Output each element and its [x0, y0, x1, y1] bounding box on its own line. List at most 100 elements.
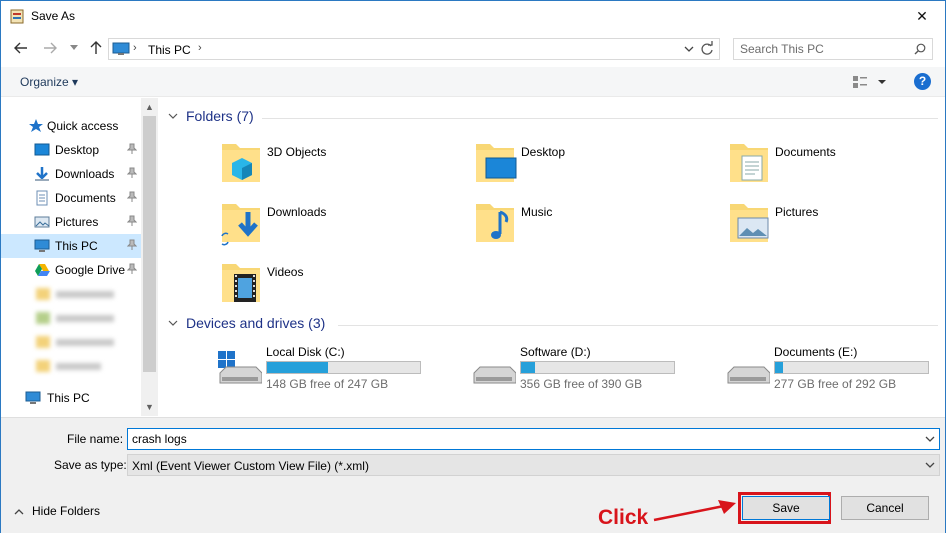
command-bar: Organize ▾ ? [1, 67, 945, 97]
navigation-pane: Quick access Desktop Downloads Documents… [1, 98, 158, 416]
sidebar-item-downloads[interactable]: Downloads [1, 162, 141, 186]
star-icon [29, 119, 43, 132]
address-bar[interactable]: › This PC › [108, 38, 720, 60]
file-view: Folders (7) 3D Objects Desktop Documents [160, 98, 945, 416]
folder-label: Music [521, 205, 553, 219]
folder-tile[interactable]: Documents [728, 138, 946, 194]
breadcrumb-this-pc[interactable]: This PC [148, 43, 191, 57]
file-name-input[interactable] [132, 432, 912, 446]
windows-drive-icon [218, 351, 262, 384]
pictures-icon [34, 216, 50, 228]
help-icon: ? [918, 74, 927, 88]
breadcrumb-separator[interactable]: › [133, 42, 137, 54]
drive-name: Local Disk (C:) [266, 345, 345, 359]
drive-usage-fill [267, 362, 329, 373]
folder-label: Pictures [775, 205, 819, 219]
drive-usage-bar [774, 361, 929, 374]
sidebar-item-label: Google Drive [55, 263, 126, 277]
up-arrow-icon [90, 41, 102, 54]
download-icon [35, 167, 49, 181]
save-as-type-select[interactable]: Xml (Event Viewer Custom View File) (*.x… [127, 454, 940, 476]
folder-tile[interactable]: Music [474, 198, 714, 254]
drive-name: Software (D:) [520, 345, 591, 359]
blurred-sidebar-item[interactable] [36, 312, 116, 324]
folders-group-title: Folders (7) [186, 108, 254, 124]
sidebar-item-google-drive[interactable]: Google Drive [1, 258, 141, 282]
folder-tile[interactable]: Videos [220, 258, 460, 314]
sidebar-item-pictures[interactable]: Pictures [1, 210, 141, 234]
refresh-icon[interactable] [699, 41, 715, 57]
pin-icon [127, 191, 137, 202]
close-button[interactable]: ✕ [899, 1, 945, 31]
drive-free-space: 148 GB free of 247 GB [266, 377, 389, 391]
sidebar-item-label: Desktop [55, 143, 100, 157]
chevron-down-icon [70, 45, 78, 50]
annotation-arrow-icon [653, 500, 736, 522]
drive-tile[interactable]: Documents (E:) 277 GB free of 292 GB [726, 345, 946, 395]
sidebar-item-label: Documents [55, 191, 116, 205]
folder-label: Documents [775, 145, 836, 159]
breadcrumb-separator[interactable]: › [198, 42, 202, 54]
app-icon [10, 9, 24, 24]
blurred-sidebar-item[interactable] [36, 336, 116, 348]
scrollbar-thumb[interactable] [143, 116, 156, 372]
folder-tile[interactable]: Downloads [220, 198, 460, 254]
address-row: › This PC › [1, 34, 945, 64]
close-icon: ✕ [916, 7, 928, 24]
click-annotation-text: Click [598, 506, 649, 529]
pin-icon [127, 215, 137, 226]
group-divider [338, 325, 938, 326]
folders-group-header[interactable]: Folders (7) [168, 108, 254, 124]
cancel-button[interactable]: Cancel [841, 496, 929, 520]
devices-group-header[interactable]: Devices and drives (3) [168, 315, 325, 331]
drive-tile[interactable]: Software (D:) 356 GB free of 390 GB [472, 345, 712, 395]
folder-tile[interactable]: Desktop [474, 138, 714, 194]
change-view-button[interactable] [853, 75, 889, 92]
blurred-sidebar-item[interactable] [36, 360, 106, 372]
up-button[interactable] [87, 39, 105, 57]
chevron-down-icon[interactable] [683, 42, 695, 56]
sidebar-item-this-pc-root[interactable]: This PC [1, 386, 141, 410]
forward-button[interactable] [41, 39, 59, 57]
save-as-dialog: Save As ✕ › This PC › Search This PC Org… [0, 0, 946, 533]
hide-folders-button[interactable]: Hide Folders [14, 504, 100, 518]
documents-folder-icon [730, 144, 768, 182]
folder-tile[interactable]: Pictures [728, 198, 946, 254]
drive-icon [727, 366, 770, 384]
file-name-label: File name: [67, 432, 124, 446]
group-divider [262, 118, 938, 119]
music-folder-icon [476, 204, 514, 242]
drive-name: Documents (E:) [774, 345, 858, 359]
back-button[interactable] [12, 39, 30, 57]
navigation-scrollbar[interactable]: ▲ ▼ [141, 98, 158, 416]
view-options-icon [853, 76, 886, 88]
sidebar-item-desktop[interactable]: Desktop [1, 138, 141, 162]
save-as-type-label: Save as type: [54, 458, 127, 472]
organize-menu[interactable]: Organize ▾ [20, 75, 78, 89]
folder-label: Videos [267, 265, 304, 279]
scroll-down-icon[interactable]: ▼ [145, 402, 154, 412]
file-name-combobox[interactable] [127, 428, 940, 450]
downloads-folder-icon [221, 204, 260, 246]
sidebar-item-label: Pictures [55, 215, 99, 229]
drive-icon [473, 366, 516, 384]
recent-locations-button[interactable] [65, 39, 83, 57]
blurred-sidebar-item[interactable] [36, 288, 116, 300]
search-box[interactable] [733, 38, 933, 60]
folder-tile[interactable]: 3D Objects [220, 138, 460, 194]
scroll-up-icon[interactable]: ▲ [145, 102, 154, 112]
desktop-folder-icon [476, 144, 517, 182]
chevron-up-icon [14, 508, 24, 514]
videos-folder-icon [222, 264, 260, 302]
save-options-panel: File name: Save as type: Xml (Event View… [1, 417, 945, 533]
chevron-down-icon[interactable] [925, 433, 935, 445]
save-button[interactable]: Save [742, 496, 830, 520]
search-input[interactable] [740, 42, 900, 56]
drive-tile[interactable]: Local Disk (C:) 148 GB free of 247 GB [218, 345, 458, 395]
sidebar-item-this-pc[interactable]: This PC [1, 234, 141, 258]
sidebar-item-documents[interactable]: Documents [1, 186, 141, 210]
sidebar-item-quick-access[interactable]: Quick access [1, 114, 141, 138]
help-button[interactable]: ? [914, 73, 931, 90]
window-title: Save As [31, 9, 76, 23]
back-arrow-icon [14, 42, 27, 54]
